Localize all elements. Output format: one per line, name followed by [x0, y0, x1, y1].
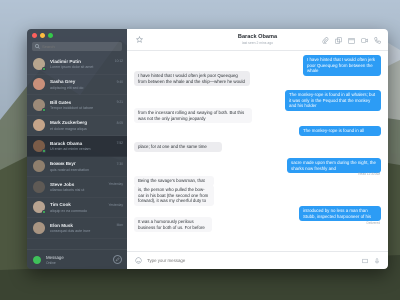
- avatar: [33, 221, 45, 234]
- message-bubble-incoming: place; for at one and the same time: [134, 142, 222, 152]
- message-bubble-incoming: from the incessant rolling and swaying o…: [134, 108, 252, 124]
- contact-time: 7:52: [116, 141, 123, 145]
- contact-item[interactable]: Vladimir Putin Lorem ipsum dolor sit amet…: [27, 54, 127, 75]
- contact-name: Barack Obama: [50, 140, 83, 146]
- contact-preview: aliquip ex ea commodo: [50, 208, 87, 213]
- chat-header: Barack Obama last seen 2 mins ago: [127, 29, 388, 51]
- contact-time: 8:05: [116, 120, 123, 125]
- contact-time: 9:40: [116, 79, 123, 84]
- search-box: [32, 42, 122, 51]
- contact-item[interactable]: Sasha Grey adipiscing elit sed do 9:40: [27, 75, 127, 96]
- avatar: [33, 160, 45, 173]
- avatar: [33, 180, 45, 193]
- message-list: I have hinted that I would often jerk po…: [127, 51, 388, 251]
- online-status-icon: [42, 210, 46, 215]
- window-controls: [27, 29, 127, 40]
- delivered-receipt: Delivered: [366, 221, 380, 225]
- compose-button[interactable]: [113, 255, 122, 264]
- contact-preview: Tempor incididunt ut labore: [50, 106, 94, 110]
- avatar: [33, 57, 46, 71]
- contact-info: Barack Obama Ut enim ad minim veniam: [50, 141, 123, 152]
- contact-info: Elon Musk consequat duis aute irure: [50, 223, 123, 234]
- contact-name: Bill Gates: [50, 99, 72, 105]
- contact-info: Vladimir Putin Lorem ipsum dolor sit amet: [50, 59, 123, 70]
- contact-time: Yesterday: [108, 202, 123, 207]
- minimize-window-button[interactable]: [40, 33, 45, 38]
- message-bubble-incoming: I have hinted that I would often jerk po…: [134, 71, 250, 87]
- chat-subtitle: last seen 2 mins ago: [241, 41, 274, 45]
- avatar: [33, 78, 45, 91]
- emoji-icon[interactable]: [135, 257, 142, 264]
- contact-preview: consequat duis aute irure: [50, 229, 91, 233]
- contact-item[interactable]: Tim Cook aliquip ex ea commodo Yesterday: [27, 198, 127, 219]
- avatar: [33, 139, 46, 153]
- contact-time: 10:12: [114, 59, 123, 63]
- contact-item[interactable]: Steve Jobs ullamco laboris nisi ut Yesterd…: [27, 177, 127, 198]
- attachment-icon[interactable]: [322, 37, 329, 44]
- contact-time: 9:21: [116, 100, 123, 104]
- header-actions: [322, 37, 381, 44]
- contact-info: Mark Zuckerberg et dolore magna aliqua: [50, 120, 123, 131]
- contact-item[interactable]: Mark Zuckerberg et dolore magna aliqua 8:0…: [27, 116, 127, 137]
- message-bubble-outgoing: I have hinted that I would often jerk po…: [303, 55, 381, 76]
- chat-title: Barack Obama: [237, 34, 278, 40]
- contact-name: Elon Musk: [50, 222, 73, 228]
- message-bubble-outgoing: sacre made upon them during the night, t…: [287, 158, 381, 174]
- contact-preview: ullamco laboris nisi ut: [50, 188, 85, 192]
- online-status-icon: [42, 107, 46, 112]
- messenger-window: Vladimir PutinLorem ipsum dolor sit amet…: [27, 29, 388, 269]
- read-receipt: Read 11:30 AM: [358, 172, 380, 176]
- avatar: [33, 98, 46, 112]
- search-icon: [35, 44, 40, 49]
- message-bubble-outgoing: introduced by no less a man than Stubb, …: [299, 206, 381, 222]
- contact-time: Yesterday: [108, 182, 123, 186]
- video-call-icon[interactable]: [361, 37, 368, 44]
- contact-time: Mon: [116, 223, 123, 227]
- contact-preview: Lorem ipsum dolor sit amet: [50, 65, 94, 69]
- contact-time: 7:30: [116, 161, 123, 166]
- contact-preview: quis nostrud exercitation: [50, 167, 89, 172]
- message-input[interactable]: [147, 258, 356, 263]
- star-icon[interactable]: [136, 36, 143, 43]
- sidebar: Vladimir PutinLorem ipsum dolor sit amet…: [27, 29, 127, 269]
- contact-preview: Ut enim ad minim veniam: [50, 147, 91, 151]
- search-input[interactable]: [42, 44, 122, 49]
- zoom-window-button[interactable]: [48, 33, 53, 38]
- avatar: [33, 119, 45, 132]
- avatar: [33, 201, 46, 215]
- calendar-icon[interactable]: [348, 37, 355, 44]
- message-bubble-incoming: It was a humorously perilous business fo…: [134, 217, 212, 233]
- contact-item[interactable]: Божик Вкуг quis nostrud exercitation 7:30: [27, 157, 127, 178]
- contact-name: Vladimir Putin: [50, 58, 81, 64]
- contact-name: Sasha Grey: [50, 79, 76, 84]
- close-window-button[interactable]: [32, 33, 37, 38]
- footer-status: Online: [46, 260, 56, 265]
- contact-item[interactable]: Bill Gates Tempor incididunt ut labore 9:2…: [27, 95, 127, 116]
- microphone-icon[interactable]: [374, 257, 380, 264]
- contact-name: Божик Вкуг: [50, 161, 76, 166]
- contact-info: Божик Вкуг quis nostrud exercitation: [50, 161, 123, 172]
- copy-icon[interactable]: [335, 37, 342, 44]
- contact-info: Bill Gates Tempor incididunt ut labore: [50, 100, 123, 111]
- contact-preview: adipiscing elit sed do: [50, 85, 84, 90]
- contact-info: Sasha Grey adipiscing elit sed do: [50, 79, 123, 90]
- message-bubble-outgoing: The monkey-rope is found in all: [299, 126, 381, 136]
- message-input-bar: [127, 251, 388, 269]
- image-attach-icon[interactable]: [362, 258, 368, 264]
- message-bubble-outgoing: The monkey-rope is found in all whalers;…: [285, 90, 381, 111]
- online-status-icon: [42, 148, 46, 153]
- pencil-icon: [115, 257, 120, 262]
- sidebar-footer: Message Online: [27, 249, 127, 269]
- contact-name: Mark Zuckerberg: [50, 120, 88, 125]
- chat-panel: Barack Obama last seen 2 mins ago I have…: [127, 29, 388, 269]
- online-status-icon: [33, 255, 41, 264]
- contact-preview: et dolore magna aliqua: [50, 126, 87, 131]
- phone-icon[interactable]: [374, 37, 381, 44]
- message-bubble-incoming: is, the person who pulled the bow-oar in…: [134, 185, 214, 206]
- footer-label: Message: [46, 254, 64, 260]
- contact-item[interactable]: Elon Musk consequat duis aute irure Mon: [27, 218, 127, 239]
- contact-list: Vladimir Putin Lorem ipsum dolor sit amet…: [27, 54, 127, 249]
- contact-item[interactable]: Barack Obama Ut enim ad minim veniam 7:52: [27, 136, 127, 157]
- online-status-icon: [42, 66, 46, 71]
